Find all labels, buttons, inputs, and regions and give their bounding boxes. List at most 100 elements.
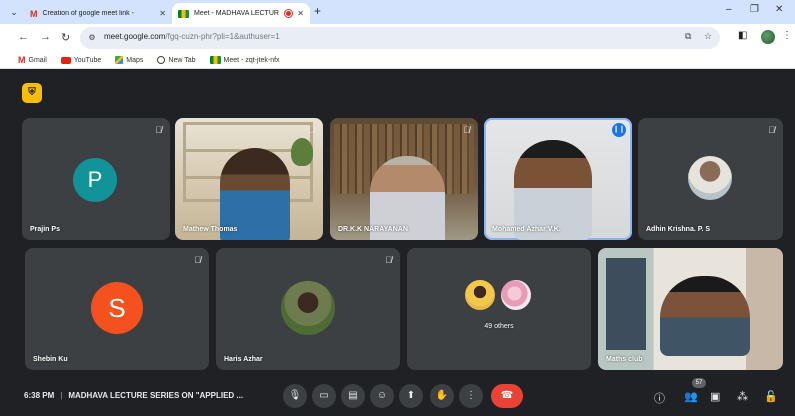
- url-host: meet.google.com: [104, 32, 166, 41]
- bookmark-meet[interactable]: Meet - zqt-jtek-nfx: [209, 56, 280, 64]
- people-icon[interactable]: 👥: [684, 390, 698, 403]
- profile-avatar[interactable]: [761, 30, 775, 44]
- bookmark-label: New Tab: [168, 56, 196, 64]
- participant-tile-maths-club[interactable]: Maths club: [598, 248, 783, 370]
- forward-arrow-icon[interactable]: →: [40, 31, 51, 43]
- youtube-icon: [60, 56, 71, 64]
- side-panel-icon[interactable]: ◧: [738, 30, 747, 41]
- chat-icon[interactable]: ▣: [710, 390, 720, 403]
- bookmark-label: YouTube: [73, 56, 102, 64]
- participant-tile-others[interactable]: 49 others: [407, 248, 591, 370]
- tab-search-chevron-icon[interactable]: ⌄: [6, 5, 22, 19]
- participant-tile-shebin[interactable]: S 🎙̸ Shebin Ku: [25, 248, 209, 370]
- url-text: meet.google.com/fgq-cuzn-phr?pli=1&authu…: [104, 32, 280, 41]
- more-vertical-icon: ⋮: [466, 390, 476, 401]
- mic-off-icon: 🎙̸: [768, 125, 775, 135]
- close-icon[interactable]: ✕: [297, 9, 304, 18]
- meet-stage: ⛨ P 🎙̸ Prajin Ps 🎙̸ Mathew Thomas 🎙̸ DR.…: [0, 70, 795, 416]
- bookmark-label: Gmail: [28, 56, 47, 64]
- url-path: /fgq-cuzn-phr?pli=1&authuser=1: [165, 32, 280, 41]
- emoji-icon: ☺: [376, 390, 388, 401]
- meeting-title: MADHAVA LECTURE SERIES ON "APPLIED ...: [68, 391, 244, 400]
- tab-creation-meet-link[interactable]: M Creation of google meet link - ✕: [24, 3, 172, 24]
- more-options-button[interactable]: ⋮: [459, 384, 483, 408]
- globe-icon: [157, 56, 166, 64]
- video-background: [606, 258, 646, 350]
- participant-tile-azhar-vk[interactable]: ❙❙ Mohamed Azhar V.K.: [484, 118, 632, 240]
- microphone-button[interactable]: 🎙: [283, 384, 307, 408]
- mic-off-icon: 🎙̸: [155, 125, 162, 135]
- tab-meet-madhava[interactable]: Meet - MADHAVA LECTUR ✕: [172, 3, 310, 24]
- minimize-icon[interactable]: –: [726, 4, 732, 15]
- participant-tile-haris[interactable]: 🎙̸ Haris Azhar: [216, 248, 400, 370]
- mic-off-icon: 🎙̸: [194, 255, 201, 265]
- bookmark-label: Maps: [126, 56, 144, 64]
- bookmark-new-tab[interactable]: New Tab: [157, 56, 196, 64]
- avatar: P: [73, 158, 117, 202]
- bookmark-youtube[interactable]: YouTube: [60, 56, 102, 64]
- tab-title: Creation of google meet link -: [42, 10, 134, 17]
- gmail-icon: M: [18, 55, 26, 65]
- maximize-icon[interactable]: ❐: [750, 4, 759, 15]
- meeting-details: 6:38 PM | MADHAVA LECTURE SERIES ON "APPLI…: [24, 391, 243, 400]
- hang-up-icon: ☎: [500, 390, 514, 401]
- people-count-badge: 57: [692, 378, 706, 388]
- meet-icon: [178, 9, 189, 18]
- separator: |: [60, 391, 63, 400]
- speaking-indicator-icon: ❙❙: [612, 123, 626, 137]
- participant-name: Adhin Krishna. P. S: [646, 226, 711, 233]
- raise-hand-button[interactable]: ✋: [430, 384, 454, 408]
- info-icon[interactable]: ⓘ: [654, 390, 665, 406]
- bookmark-gmail[interactable]: M Gmail: [18, 55, 47, 65]
- participant-tile-prajin[interactable]: P 🎙̸ Prajin Ps: [22, 118, 170, 240]
- reload-icon[interactable]: ↻: [61, 31, 70, 44]
- participant-name: Prajin Ps: [30, 226, 60, 233]
- leave-call-button[interactable]: ☎: [491, 384, 523, 408]
- camera-icon: ▭: [319, 390, 329, 401]
- host-controls-shield-icon[interactable]: ⛨: [22, 83, 42, 103]
- meeting-time: 6:38 PM: [24, 391, 55, 400]
- site-info-icon[interactable]: ⚙: [85, 31, 99, 45]
- participant-name: DR.K.K NARAYANAN: [338, 226, 408, 233]
- video-person: [514, 140, 592, 240]
- avatar: [688, 156, 732, 200]
- browser-toolbar: ← → ↻ ⚙ meet.google.com/fgq-cuzn-phr?pli…: [0, 24, 795, 52]
- mic-off-icon: 🎙̸: [463, 125, 470, 135]
- captions-icon: ▤: [348, 390, 358, 401]
- bookmark-maps[interactable]: Maps: [115, 56, 143, 64]
- meeting-control-bar: 6:38 PM | MADHAVA LECTURE SERIES ON "APPLI…: [0, 378, 795, 416]
- participant-name: Mohamed Azhar V.K.: [492, 226, 561, 233]
- host-controls-lock-icon[interactable]: 🔓: [764, 390, 778, 403]
- participant-name: Shebin Ku: [33, 356, 68, 363]
- camera-button[interactable]: ▭: [312, 384, 336, 408]
- bookmarks-bar: M Gmail YouTube Maps New Tab Meet - zqt-j…: [0, 52, 795, 69]
- address-bar[interactable]: ⚙ meet.google.com/fgq-cuzn-phr?pli=1&aut…: [80, 27, 720, 49]
- chrome-menu-icon[interactable]: ⋮: [782, 30, 792, 41]
- participant-tile-narayanan[interactable]: 🎙̸ DR.K.K NARAYANAN: [330, 118, 478, 240]
- tab-title: Meet - MADHAVA LECTUR: [194, 10, 279, 17]
- mic-off-icon: 🎙̸: [385, 255, 392, 265]
- avatar: [499, 278, 533, 312]
- window-close-icon[interactable]: ✕: [775, 4, 783, 15]
- video-background: [291, 138, 313, 166]
- avatar: [463, 278, 497, 312]
- mic-off-icon: 🎙̸: [308, 125, 315, 135]
- close-icon[interactable]: ✕: [159, 9, 166, 18]
- browser-tab-strip: ⌄ M Creation of google meet link - ✕ Mee…: [0, 0, 795, 24]
- back-arrow-icon[interactable]: ←: [18, 31, 29, 43]
- participant-name: Haris Azhar: [224, 356, 263, 363]
- captions-button[interactable]: ▤: [341, 384, 365, 408]
- emoji-reaction-button[interactable]: ☺: [370, 384, 394, 408]
- participant-tile-adhin[interactable]: 🎙̸ Adhin Krishna. P. S: [638, 118, 783, 240]
- present-screen-button[interactable]: ⬆: [399, 384, 423, 408]
- participant-tile-mathew[interactable]: 🎙̸ Mathew Thomas: [175, 118, 323, 240]
- gmail-icon: M: [30, 8, 38, 19]
- participant-name: Mathew Thomas: [183, 226, 238, 233]
- meet-icon: [209, 56, 221, 64]
- others-count: 49 others: [484, 323, 514, 330]
- new-tab-button[interactable]: +: [314, 4, 321, 18]
- video-person: [660, 276, 750, 356]
- bookmark-star-icon[interactable]: ☆: [704, 31, 712, 42]
- activities-icon[interactable]: ⁂: [737, 390, 748, 403]
- cast-icon[interactable]: ⧉: [685, 31, 691, 42]
